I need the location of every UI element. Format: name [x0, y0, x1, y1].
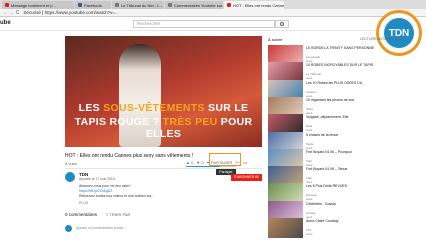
- caption2-highlight: TRÈS PEU: [162, 116, 218, 128]
- related-video-title[interactable]: Vulgaire, déplacement. Elle: [306, 115, 378, 119]
- comment-input[interactable]: Ajouter un commentaire public...: [76, 226, 126, 230]
- related-video-title[interactable]: Les 10 Robes les PLUS OSÉES DU: [306, 81, 378, 85]
- related-video-item[interactable]: Anne-Claire Coudray TF1 vues: [268, 218, 378, 238]
- related-video-title[interactable]: Fort Boyard 04 06 – Tenue: [306, 167, 378, 171]
- browser-tab-label: Le Tribunal du Net - L...: [121, 2, 163, 8]
- video-description: Abonnez-vous pour ne rien rater ! https:…: [79, 184, 154, 199]
- video-player[interactable]: LES SOUS-VÊTEMENTS SUR LE TAPIS ROUGE ? …: [65, 36, 262, 147]
- up-next-label: À suivre: [268, 37, 283, 42]
- related-video-title[interactable]: Fort Boyard 04 06 – Pourquoi: [306, 150, 378, 154]
- search-button[interactable]: [275, 20, 289, 28]
- browser-nav-buttons[interactable]: ← → C: [3, 10, 19, 16]
- url-text[interactable]: Sécurisé | https://www.youtube.com/watch…: [23, 10, 118, 15]
- subscribe-button[interactable]: S'ABONNER 80: [231, 174, 262, 181]
- youtube-logo[interactable]: ube: [0, 20, 11, 26]
- caption1-before: LES: [78, 102, 104, 114]
- youtube-favicon-icon: [227, 3, 231, 7]
- sort-comments-button[interactable]: ≡ TRIER PAR: [106, 212, 130, 217]
- browser-tab-label: Commentaires Youtube sur...: [174, 2, 223, 8]
- related-video-title[interactable]: Les 5 Plus Drôle REVUES: [306, 184, 378, 188]
- browser-tab-bar: Message bodiment et p... Facebook Le Tribu…: [0, 0, 426, 9]
- like-button[interactable]: ▲ 0: [186, 160, 193, 165]
- video-caption-line2: TAPIS ROUGE ? TRÈS PEU POUR ELLES: [65, 116, 262, 140]
- like-ratio-fill: [186, 166, 220, 167]
- browser-tab[interactable]: Message bodiment et p...: [2, 1, 74, 9]
- tdn-logo-badge: TDN: [376, 10, 422, 56]
- tdn-logo-text: TDN: [384, 18, 414, 48]
- caption2-before: TAPIS ROUGE ?: [74, 116, 163, 128]
- like-ratio-bar: [186, 166, 236, 167]
- channel-avatar[interactable]: [65, 172, 75, 182]
- video-thumbnail[interactable]: [268, 218, 303, 238]
- generic-favicon-icon: [168, 3, 172, 7]
- facebook-favicon-icon: [78, 3, 82, 7]
- related-video-title[interactable]: 10 régardant les photos de son: [306, 98, 378, 102]
- related-video-views: vues: [306, 232, 313, 236]
- browser-tab-label: Message bodiment et p...: [11, 2, 56, 8]
- caption1-highlight: SOUS-VÊTEMENTS: [103, 102, 205, 114]
- related-video-title[interactable]: LE BORDEL A TRINITY SANS PERSONNE: [306, 46, 378, 50]
- related-video-title[interactable]: Anne-Claire Coudray: [306, 219, 378, 223]
- youtube-header: ube Rechercher: [0, 17, 426, 31]
- divider: [65, 168, 262, 169]
- video-caption-line1: LES SOUS-VÊTEMENTS SUR LE: [65, 102, 262, 114]
- caption1-after: SUR LE: [204, 102, 249, 114]
- comments-count: 0 commentaires: [65, 212, 98, 217]
- share-highlight-box: [209, 153, 241, 166]
- related-video-title[interactable]: Célébrités - Gossip: [306, 202, 378, 206]
- generic-favicon-icon: [115, 3, 119, 7]
- browser-tab-label: HOT : Elles ont rendu Cannes...: [233, 2, 284, 8]
- search-icon: [280, 22, 284, 26]
- related-video-title[interactable]: 10 ROBES INCROYABLES SUR LE TAPIS: [306, 63, 378, 67]
- view-count: 5 vues: [65, 161, 77, 166]
- browser-tab[interactable]: Facebook: [75, 1, 111, 9]
- description-line2: Retrouvez toutes nos vidéos et nos artic…: [79, 194, 154, 198]
- browser-tab[interactable]: Le Tribunal du Net - L...: [112, 1, 164, 9]
- dislike-button[interactable]: ▼ 0: [196, 160, 203, 165]
- video-title: HOT : Elles ont rendu Cannes plus sexy s…: [65, 153, 194, 159]
- publish-date: Ajoutée le 17 mai 2018: [79, 177, 115, 181]
- browser-tab[interactable]: Commentaires Youtube sur...: [165, 1, 223, 9]
- youtube-favicon-icon: [5, 3, 9, 7]
- browser-tab[interactable]: HOT : Elles ont rendu Cannes...: [224, 1, 284, 9]
- related-video-title[interactable]: 5 choses de la tenue: [306, 133, 378, 137]
- search-input[interactable]: Rechercher: [133, 20, 275, 28]
- more-actions-button[interactable]: •••: [243, 160, 247, 165]
- show-more-button[interactable]: PLUS: [79, 201, 88, 205]
- user-avatar: [65, 225, 72, 232]
- autoplay-toggle[interactable]: LECTURE AUTOMATIQUE: [360, 37, 402, 41]
- address-bar[interactable]: ← → C Sécurisé | https://www.youtube.com…: [0, 9, 426, 17]
- browser-tab-label: Facebook: [84, 2, 102, 8]
